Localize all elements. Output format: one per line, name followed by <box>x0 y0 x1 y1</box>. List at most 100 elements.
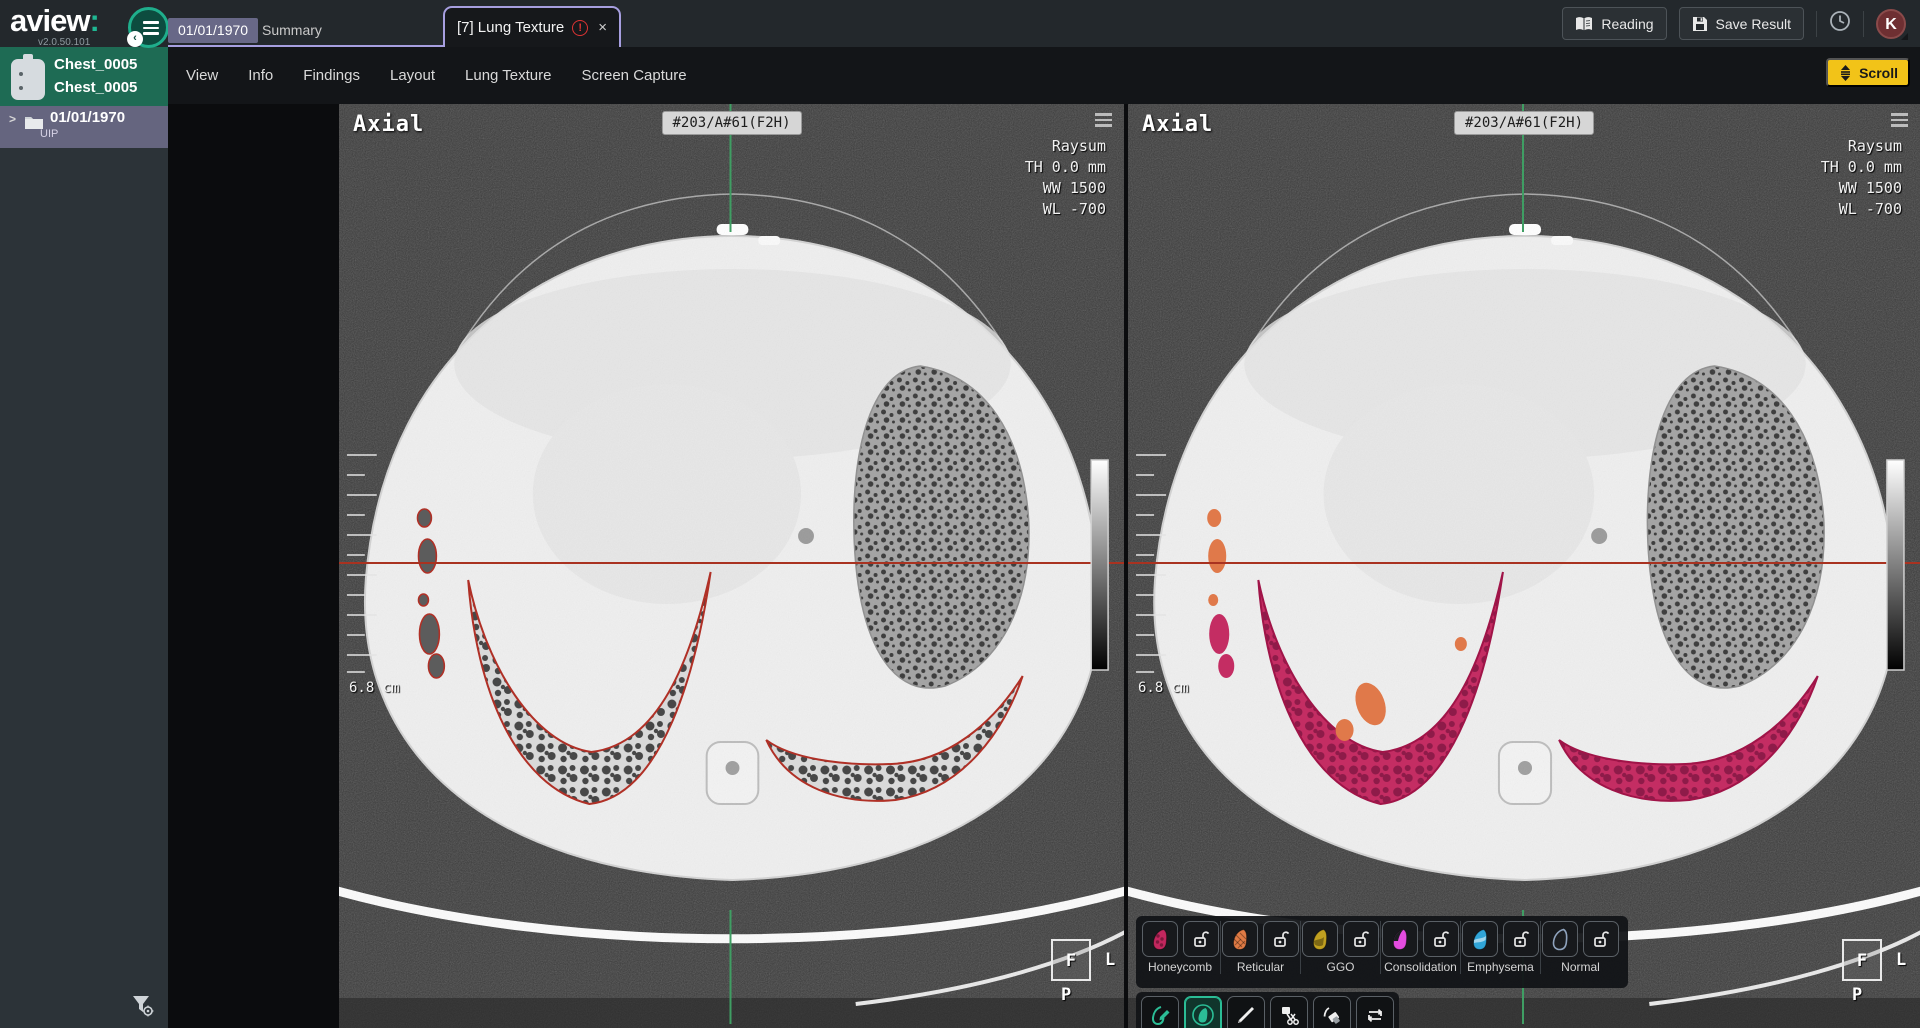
normal-class-button[interactable] <box>1542 921 1578 957</box>
texture-label: Normal <box>1541 960 1620 974</box>
viewport-title: Axial <box>1142 112 1213 137</box>
ggo-lung-icon <box>1308 927 1332 951</box>
eraser-lung-icon <box>1320 1003 1344 1027</box>
chevron-right-icon[interactable]: > <box>9 112 16 126</box>
texture-group-ggo: GGO <box>1300 921 1380 974</box>
worklist-badge-icon[interactable]: ‹ <box>128 7 169 48</box>
window-width: WW 1500 <box>1025 178 1106 199</box>
window-level: WL -700 <box>1821 199 1902 220</box>
logo-text: aview <box>10 3 89 38</box>
save-icon <box>1692 16 1708 32</box>
sidebar-item-patient[interactable]: Chest_0005 Chest_0005 <box>0 47 168 106</box>
honeycomb-lung-icon <box>1148 927 1172 951</box>
slice-thickness: TH 0.0 mm <box>1821 157 1902 178</box>
scroll-mode-button[interactable]: Scroll <box>1826 58 1910 87</box>
orientation-left: L <box>1896 950 1906 970</box>
scale-label: 6.8 cm <box>349 680 400 696</box>
render-mode: Raysum <box>1821 136 1902 157</box>
cut-node-tool-button[interactable] <box>1270 996 1308 1028</box>
folder-icon <box>24 114 44 135</box>
back-arrow-icon: ‹ <box>127 31 143 47</box>
viewport-axial-original[interactable]: Axial #203/A#61(F2H) Raysum TH 0.0 mm WW… <box>339 104 1124 1028</box>
texture-group-emphysema: Emphysema <box>1460 921 1540 974</box>
user-avatar[interactable]: K <box>1876 9 1906 39</box>
study-date: 01/01/1970 <box>50 109 164 127</box>
lung-select-tool-button[interactable] <box>1184 996 1222 1028</box>
orientation-markers: F L P <box>1842 939 1920 1009</box>
lung-region-icon <box>1191 1003 1215 1027</box>
scroll-icon <box>1838 65 1853 81</box>
close-icon[interactable]: × <box>598 19 607 36</box>
emphysema-lock-button[interactable] <box>1503 921 1539 957</box>
segmentation-tool-toolbar <box>1136 992 1399 1028</box>
texture-label: GGO <box>1301 960 1380 974</box>
sidebar-item-study[interactable]: > 01/01/1970 UIP <box>0 106 168 148</box>
viewport-title: Axial <box>353 112 424 137</box>
menu-screen-capture[interactable]: Screen Capture <box>582 67 687 84</box>
lung-pencil-icon <box>1148 1003 1172 1027</box>
scissors-node-icon <box>1277 1003 1301 1027</box>
app-version: v2.0.50.101 <box>38 37 90 48</box>
tab-summary[interactable]: Summary <box>262 22 322 38</box>
patient-id: Chest_0005 <box>54 76 162 99</box>
toolbar-divider <box>1863 11 1864 37</box>
menu-findings[interactable]: Findings <box>303 67 360 84</box>
eraser-tool-button[interactable] <box>1313 996 1351 1028</box>
menu-lung-texture[interactable]: Lung Texture <box>465 67 551 84</box>
lung-edit-tool-button[interactable] <box>1141 996 1179 1028</box>
honeycomb-class-button[interactable] <box>1142 921 1178 957</box>
orientation-markers: F L P <box>1051 939 1124 1009</box>
patient-name: Chest_0005 <box>54 53 162 76</box>
render-params: Raysum TH 0.0 mm WW 1500 WL -700 <box>1821 136 1902 220</box>
consolidation-class-button[interactable] <box>1382 921 1418 957</box>
normal-lung-icon <box>1548 927 1572 951</box>
reading-button[interactable]: Reading <box>1562 7 1666 40</box>
study-date-chip[interactable]: 01/01/1970 <box>168 18 258 43</box>
texture-group-honeycomb: Honeycomb <box>1140 921 1220 974</box>
menu-info[interactable]: Info <box>248 67 273 84</box>
menu-layout[interactable]: Layout <box>390 67 435 84</box>
texture-class-toolbar: Honeycomb <box>1136 916 1628 988</box>
book-icon <box>1575 16 1593 32</box>
toolbar-divider <box>1816 11 1817 37</box>
consolidation-lock-button[interactable] <box>1423 921 1459 957</box>
ggo-lock-button[interactable] <box>1343 921 1379 957</box>
ggo-class-button[interactable] <box>1302 921 1338 957</box>
viewport-menu-icon[interactable] <box>1095 113 1112 130</box>
logo-colon: : <box>89 3 98 38</box>
app-logo: aview: v2.0.50.101 ‹ <box>10 4 168 47</box>
study-label: UIP <box>40 127 164 141</box>
window-level: WL -700 <box>1025 199 1106 220</box>
tab-lung-texture[interactable]: [7] Lung Texture ! × <box>443 6 621 47</box>
unlock-icon <box>1431 929 1451 949</box>
emphysema-class-button[interactable] <box>1462 921 1498 957</box>
reticular-lock-button[interactable] <box>1263 921 1299 957</box>
brush-tool-button[interactable] <box>1227 996 1265 1028</box>
save-result-button[interactable]: Save Result <box>1679 7 1804 40</box>
filter-settings-icon[interactable] <box>130 994 156 1018</box>
honeycomb-lock-button[interactable] <box>1183 921 1219 957</box>
texture-group-normal: Normal <box>1540 921 1620 974</box>
scroll-label: Scroll <box>1859 65 1898 81</box>
menu-view[interactable]: View <box>186 67 218 84</box>
emphysema-lung-icon <box>1468 927 1492 951</box>
viewport-menu-icon[interactable] <box>1891 113 1908 130</box>
render-mode: Raysum <box>1025 136 1106 157</box>
orientation-cube[interactable]: F <box>1051 939 1091 981</box>
normal-lock-button[interactable] <box>1583 921 1619 957</box>
loop-tool-button[interactable] <box>1356 996 1394 1028</box>
orientation-posterior: P <box>1061 985 1071 1005</box>
save-result-label: Save Result <box>1716 16 1791 32</box>
list-icon <box>143 21 159 38</box>
texture-label: Honeycomb <box>1140 960 1220 974</box>
history-clock-icon[interactable] <box>1829 10 1851 37</box>
unlock-icon <box>1271 929 1291 949</box>
reticular-class-button[interactable] <box>1222 921 1258 957</box>
orientation-cube[interactable]: F <box>1842 939 1882 981</box>
slice-thickness: TH 0.0 mm <box>1025 157 1106 178</box>
unlock-icon <box>1591 929 1611 949</box>
viewer-grid: Axial #203/A#61(F2H) Raysum TH 0.0 mm WW… <box>168 104 1920 1028</box>
unlock-icon <box>1191 929 1211 949</box>
texture-label: Consolidation <box>1381 960 1460 974</box>
viewport-axial-segmented[interactable]: Axial #203/A#61(F2H) Raysum TH 0.0 mm WW… <box>1128 104 1920 1028</box>
